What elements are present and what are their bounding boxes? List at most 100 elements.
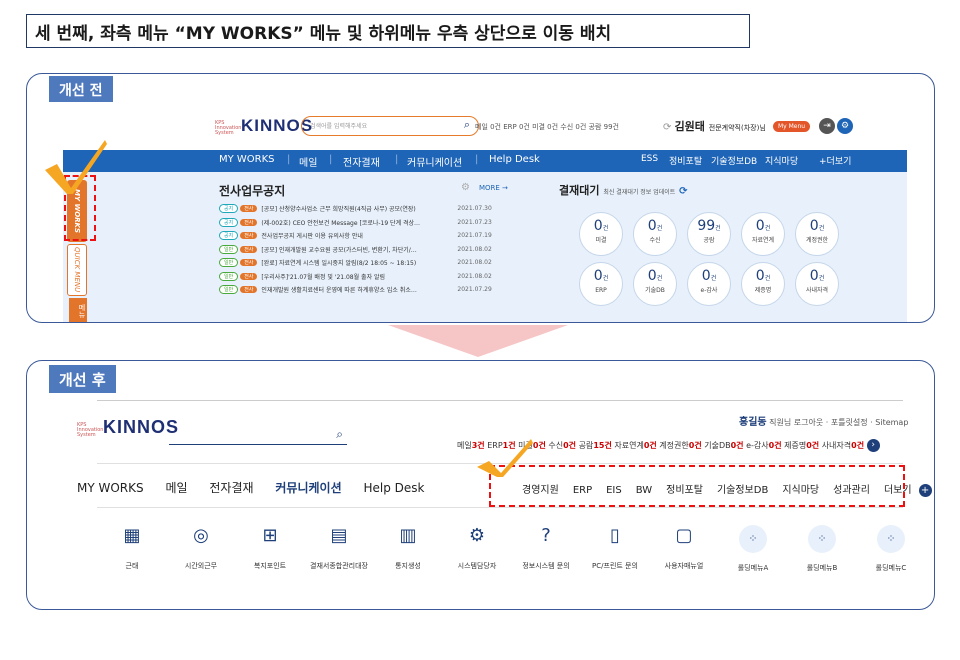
notice-row[interactable]: 공지 전사 전사업무공지 게시판 이용 유의사항 안내 2021.07.19 (219, 229, 519, 243)
notice-type-badge: 일반 (219, 258, 239, 268)
approval-item[interactable]: 0건 e-감사 (687, 262, 731, 306)
kinnos-logo[interactable]: KPS Innovation System KINNOS (77, 417, 179, 438)
nav-maint-portal[interactable]: 정비포탈 (669, 154, 702, 167)
count-value: 0건 (643, 441, 657, 450)
before-nav-bar: MY WORKS | 메일 | 전자결재 | 커뮤니케이션 | Help Des… (63, 150, 907, 172)
nav-mail[interactable]: 메일 (299, 154, 317, 169)
notice-more-link[interactable]: MORE → (479, 184, 508, 192)
side-tab-menu[interactable]: 메뉴 (69, 298, 87, 322)
notice-scope-badge: 전사 (240, 286, 258, 294)
refresh-icon[interactable]: ⟳ (663, 122, 675, 133)
notice-title-text[interactable]: [공모] 산청양수사업소 근무 희망직원(4직급 사무) 공모(연장) (261, 204, 451, 213)
count-label: 공람 (578, 441, 594, 450)
after-highlight-box (489, 465, 905, 507)
quick-menu-item[interactable]: ▦ 근태 (97, 525, 167, 571)
count-item[interactable]: 계정권한0건 (659, 441, 704, 450)
count-item[interactable]: 공람15건 (579, 441, 615, 450)
quick-menu-item[interactable]: ▥ 통지생성 (373, 525, 443, 571)
approval-item[interactable]: 0건 자료연계 (741, 212, 785, 256)
approval-subtitle: 최신 결재대기 정보 업데이트 (603, 189, 676, 196)
before-screenshot: KPS Innovation System KINNOS 검색어를 입력해주세요… (63, 102, 907, 322)
notice-row[interactable]: 일반 전사 인재개발원 생활치료센터 운영에 따른 하계휴양소 입소 취소… 2021… (219, 283, 519, 297)
search-input[interactable]: ⌕ (169, 427, 347, 445)
count-item[interactable]: 사내자격0건 (822, 441, 867, 450)
nav-knowledge[interactable]: 지식마당 (765, 154, 798, 167)
nav-communication[interactable]: 커뮤니케이션 (275, 481, 341, 495)
notice-row[interactable]: 일반 전사 [공모] 인재개발원 교수요원 공모(가스터빈, 변환기, 차단기/… 2… (219, 243, 519, 257)
nav-communication[interactable]: 커뮤니케이션 (407, 154, 462, 169)
count-summary[interactable]: 메일 0건 ERP 0건 미결 0건 수신 0건 공람 99건 (475, 122, 619, 132)
approval-item[interactable]: 0건 수신 (633, 212, 677, 256)
search-icon[interactable]: ⌕ (336, 427, 343, 442)
nav-my-works[interactable]: MY WORKS (77, 481, 144, 495)
nav-separator: | (329, 154, 333, 165)
refresh-icon[interactable]: ⟳ (679, 186, 687, 197)
quick-menu-item[interactable]: ▯ PC/프린트 문의 (580, 525, 650, 571)
notice-title-text[interactable]: (제-002호) CEO 안전보건 Message [코로나-19 단계 격상… (261, 218, 451, 227)
side-tab-quick-menu[interactable]: QUICK MENU (67, 244, 87, 296)
count-item[interactable]: 자료연계0건 (614, 441, 659, 450)
approval-count: 0건 (647, 218, 663, 234)
notice-title-text[interactable]: [우리사주]'21.07월 배정 및 '21.08월 출자 알림 (261, 272, 451, 281)
approval-item[interactable]: 0건 사내자격 (795, 262, 839, 306)
settings-icon[interactable]: ⚙ (461, 182, 470, 193)
count-label: 자료연계 (614, 441, 644, 450)
quick-menu-item[interactable]: ⁘ 롤딩메뉴A (718, 525, 788, 573)
gear-icon[interactable]: ⚙ (837, 118, 853, 134)
notice-title-text[interactable]: [완료] 자료연계 시스템 일시중지 알림(8/2 18:05 ~ 18:15) (261, 258, 451, 267)
count-item[interactable]: 수신0건 (548, 441, 578, 450)
notice-title-text[interactable]: 인재개발원 생활치료센터 운영에 따른 하계휴양소 입소 취소… (261, 285, 451, 294)
my-menu-button[interactable]: My Menu (773, 121, 811, 132)
quick-menu-item[interactable]: ◎ 시간외근무 (166, 525, 236, 571)
next-icon[interactable]: › (866, 439, 880, 452)
notice-row[interactable]: 공지 전사 [공모] 산청양수사업소 근무 희망직원(4직급 사무) 공모(연장) 2… (219, 202, 519, 216)
approval-item[interactable]: 0건 미결 (579, 212, 623, 256)
quick-menu-label: 사용자매뉴얼 (664, 562, 704, 570)
approval-item[interactable]: 0건 제증명 (741, 262, 785, 306)
search-input[interactable]: 검색어를 입력해주세요 ⌕ (301, 116, 479, 136)
nav-approval[interactable]: 전자결재 (343, 154, 380, 169)
quick-menu-item[interactable]: ▤ 결재서종합관리대장 (304, 525, 374, 571)
nav-my-works[interactable]: MY WORKS (219, 154, 275, 165)
count-item[interactable]: e-감사0건 (746, 441, 784, 450)
nav-ess[interactable]: ESS (641, 154, 658, 164)
nav-tech-db[interactable]: 기술정보DB (711, 154, 757, 167)
approval-item[interactable]: 99건 공람 (687, 212, 731, 256)
nav-more[interactable]: +더보기 (819, 154, 851, 167)
quick-menu-label: 롤딩메뉴B (806, 564, 838, 572)
notice-title-text[interactable]: 전사업무공지 게시판 이용 유의사항 안내 (261, 231, 451, 240)
approval-item[interactable]: 0건 계정권한 (795, 212, 839, 256)
count-item[interactable]: 제증명0건 (784, 441, 822, 450)
quick-menu-item[interactable]: ⁘ 롤딩메뉴C (856, 525, 926, 573)
notice-title-text[interactable]: [공모] 인재개발원 교수요원 공모(가스터빈, 변환기, 차단기/… (261, 245, 451, 254)
quick-menu-label: 복지포인트 (253, 562, 287, 570)
approval-unit: 건 (602, 225, 609, 232)
approval-count: 0건 (755, 268, 771, 284)
notice-row[interactable]: 일반 전사 [우리사주]'21.07월 배정 및 '21.08월 출자 알림 2021… (219, 270, 519, 284)
count-value: 0건 (768, 441, 782, 450)
approval-unit: 건 (764, 225, 771, 232)
count-item[interactable]: 기술DB0건 (704, 441, 746, 450)
quick-menu-item[interactable]: ⊞ 복지포인트 (235, 525, 305, 571)
nav-help-desk[interactable]: Help Desk (363, 481, 424, 495)
notice-row[interactable]: 공지 전사 (제-002호) CEO 안전보건 Message [코로나-19 단계… (219, 216, 519, 230)
quick-menu-item[interactable]: ⁘ 롤딩메뉴B (787, 525, 857, 573)
nav-help-desk[interactable]: Help Desk (489, 154, 540, 165)
count-value: 0건 (730, 441, 744, 450)
user-links[interactable]: 직원님 로그아웃 · 포틀릿설정 · Sitemap (769, 418, 908, 427)
plus-icon[interactable]: + (918, 484, 932, 497)
quick-menu-item[interactable]: ? 정보시스템 문의 (511, 525, 581, 571)
quick-menu-item[interactable]: ⚙ 시스템담당자 (442, 525, 512, 571)
logo-wordmark: KINNOS (103, 417, 180, 437)
nav-mail[interactable]: 메일 (165, 481, 187, 495)
approval-item[interactable]: 0건 기술DB (633, 262, 677, 306)
search-icon[interactable]: ⌕ (464, 118, 470, 132)
quick-menu-icon: ⁘ (808, 525, 836, 553)
notice-row[interactable]: 일반 전사 [완료] 자료연계 시스템 일시중지 알림(8/2 18:05 ~ 18… (219, 256, 519, 270)
approval-item[interactable]: 0건 ERP (579, 262, 623, 306)
quick-menu-item[interactable]: ▢ 사용자매뉴얼 (649, 525, 719, 571)
nav-approval[interactable]: 전자결재 (209, 481, 253, 495)
logout-icon[interactable]: ⇥ (819, 118, 835, 134)
approval-count: 0건 (593, 268, 609, 284)
kinnos-logo[interactable]: KPS Innovation System KINNOS (215, 116, 313, 136)
